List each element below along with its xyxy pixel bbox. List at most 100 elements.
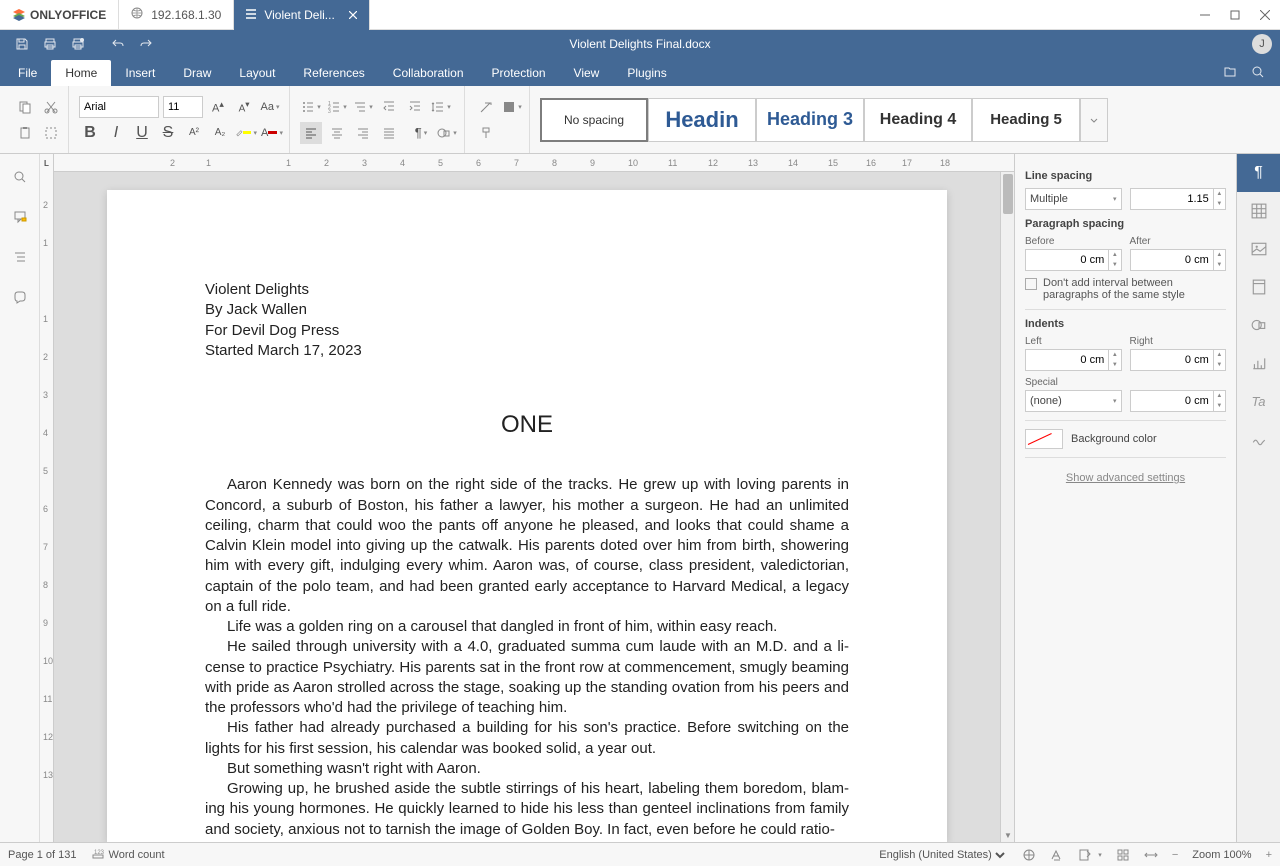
- headings-icon[interactable]: [9, 246, 31, 268]
- cut-icon[interactable]: [40, 96, 62, 118]
- minimize-button[interactable]: [1190, 0, 1220, 30]
- zoom-level[interactable]: Zoom 100%: [1192, 849, 1251, 861]
- style-heading4[interactable]: Heading 4: [864, 98, 972, 142]
- track-changes-icon[interactable]: ▾: [1078, 848, 1102, 862]
- zoom-in-icon[interactable]: +: [1266, 849, 1272, 861]
- superscript-icon[interactable]: A²: [183, 122, 205, 144]
- rail-shape-icon[interactable]: [1237, 306, 1280, 344]
- clear-format-icon[interactable]: [475, 96, 497, 118]
- line-spacing-mode[interactable]: Multiple▾: [1025, 188, 1122, 210]
- select-all-icon[interactable]: [40, 122, 62, 144]
- numbering-icon[interactable]: 123▾: [326, 96, 348, 118]
- quick-print-icon[interactable]: [64, 30, 92, 58]
- rail-textart-icon[interactable]: Ta: [1237, 382, 1280, 420]
- user-avatar[interactable]: J: [1252, 34, 1272, 54]
- spacing-after[interactable]: ▲▼: [1130, 249, 1227, 271]
- menu-draw[interactable]: Draw: [169, 60, 225, 86]
- undo-icon[interactable]: [104, 30, 132, 58]
- highlight-icon[interactable]: ▾: [235, 122, 257, 144]
- maximize-button[interactable]: [1220, 0, 1250, 30]
- save-icon[interactable]: [8, 30, 36, 58]
- language-select[interactable]: English (United States): [875, 848, 1008, 862]
- font-name-select[interactable]: [79, 96, 159, 118]
- word-count[interactable]: 123Word count: [91, 847, 165, 862]
- bullets-icon[interactable]: ▾: [300, 96, 322, 118]
- indent-left[interactable]: ▲▼: [1025, 349, 1122, 371]
- line-spacing-value[interactable]: ▲▼: [1130, 188, 1227, 210]
- menu-insert[interactable]: Insert: [111, 60, 169, 86]
- indent-right[interactable]: ▲▼: [1130, 349, 1227, 371]
- open-folder-icon[interactable]: [1216, 58, 1244, 86]
- align-justify-icon[interactable]: [378, 122, 400, 144]
- special-indent-select[interactable]: (none)▾: [1025, 390, 1122, 412]
- menu-home[interactable]: Home: [51, 60, 111, 86]
- scroll-down-icon[interactable]: ▼: [1001, 828, 1014, 842]
- strikethrough-icon[interactable]: S: [157, 122, 179, 144]
- shapes-align-icon[interactable]: ▾: [436, 122, 458, 144]
- comments-icon[interactable]: [9, 206, 31, 228]
- shading-icon[interactable]: ▾: [501, 96, 523, 118]
- style-heading1[interactable]: Headin: [648, 98, 756, 142]
- find-icon[interactable]: [9, 166, 31, 188]
- increase-indent-icon[interactable]: [404, 96, 426, 118]
- feedback-icon[interactable]: [9, 286, 31, 308]
- spacing-before[interactable]: ▲▼: [1025, 249, 1122, 271]
- advanced-settings-link[interactable]: Show advanced settings: [1025, 472, 1226, 484]
- change-case-icon[interactable]: Aa▾: [259, 96, 281, 118]
- style-heading5[interactable]: Heading 5: [972, 98, 1080, 142]
- search-icon[interactable]: [1244, 58, 1272, 86]
- line-spacing-icon[interactable]: ▾: [430, 96, 452, 118]
- menu-references[interactable]: References: [289, 60, 378, 86]
- app-logo-tab[interactable]: ONLYOFFICE: [0, 0, 119, 30]
- rail-header-icon[interactable]: [1237, 268, 1280, 306]
- subscript-icon[interactable]: A₂: [209, 122, 231, 144]
- fit-width-icon[interactable]: [1144, 848, 1158, 862]
- tab-document[interactable]: Violent Deli...: [234, 0, 369, 30]
- align-center-icon[interactable]: [326, 122, 348, 144]
- rail-paragraph-icon[interactable]: ¶: [1237, 154, 1280, 192]
- menu-collaboration[interactable]: Collaboration: [379, 60, 478, 86]
- decrease-font-icon[interactable]: A▾: [233, 96, 255, 118]
- align-left-icon[interactable]: [300, 122, 322, 144]
- rail-image-icon[interactable]: [1237, 230, 1280, 268]
- rail-chart-icon[interactable]: [1237, 344, 1280, 382]
- tab-server[interactable]: 192.168.1.30: [119, 0, 234, 30]
- font-size-select[interactable]: [163, 96, 203, 118]
- page-count[interactable]: Page 1 of 131: [8, 849, 77, 861]
- paste-icon[interactable]: [14, 122, 36, 144]
- nonprinting-icon[interactable]: ¶▾: [410, 122, 432, 144]
- scrollbar-vertical[interactable]: ▲ ▼: [1000, 172, 1014, 842]
- fit-page-icon[interactable]: [1116, 848, 1130, 862]
- format-painter-icon[interactable]: [475, 122, 497, 144]
- close-tab-icon[interactable]: [349, 8, 357, 22]
- bold-icon[interactable]: B: [79, 122, 101, 144]
- decrease-indent-icon[interactable]: [378, 96, 400, 118]
- bgcolor-swatch[interactable]: [1025, 429, 1063, 449]
- copy-icon[interactable]: [14, 96, 36, 118]
- style-heading3[interactable]: Heading 3: [756, 98, 864, 142]
- close-button[interactable]: [1250, 0, 1280, 30]
- underline-icon[interactable]: U: [131, 122, 153, 144]
- special-indent-value[interactable]: ▲▼: [1130, 390, 1227, 412]
- page-canvas[interactable]: Violent Delights By Jack Wallen For Devi…: [54, 172, 1000, 842]
- font-color-icon[interactable]: A▾: [261, 122, 283, 144]
- style-no-spacing[interactable]: No spacing: [540, 98, 648, 142]
- style-expand-icon[interactable]: [1080, 98, 1108, 142]
- doclang-icon[interactable]: [1050, 848, 1064, 862]
- ruler-vertical[interactable]: 2 1 1 2 3 4 5 6 7 8 9 10 11 12 13: [40, 172, 54, 842]
- menu-file[interactable]: File: [4, 60, 51, 86]
- menu-plugins[interactable]: Plugins: [613, 60, 680, 86]
- menu-protection[interactable]: Protection: [478, 60, 560, 86]
- align-right-icon[interactable]: [352, 122, 374, 144]
- rail-signature-icon[interactable]: [1237, 420, 1280, 458]
- menu-layout[interactable]: Layout: [225, 60, 289, 86]
- redo-icon[interactable]: [132, 30, 160, 58]
- zoom-out-icon[interactable]: −: [1172, 849, 1178, 861]
- spellcheck-icon[interactable]: [1022, 848, 1036, 862]
- document-page[interactable]: Violent Delights By Jack Wallen For Devi…: [107, 190, 947, 842]
- print-icon[interactable]: [36, 30, 64, 58]
- ruler-horizontal[interactable]: L 2 1 1 2 3 4 5 6 7 8 9 10 11 12 13 14 1…: [40, 154, 1014, 172]
- dont-add-interval-checkbox[interactable]: Don't add interval between paragraphs of…: [1025, 277, 1226, 301]
- italic-icon[interactable]: I: [105, 122, 127, 144]
- scroll-thumb[interactable]: [1003, 174, 1013, 214]
